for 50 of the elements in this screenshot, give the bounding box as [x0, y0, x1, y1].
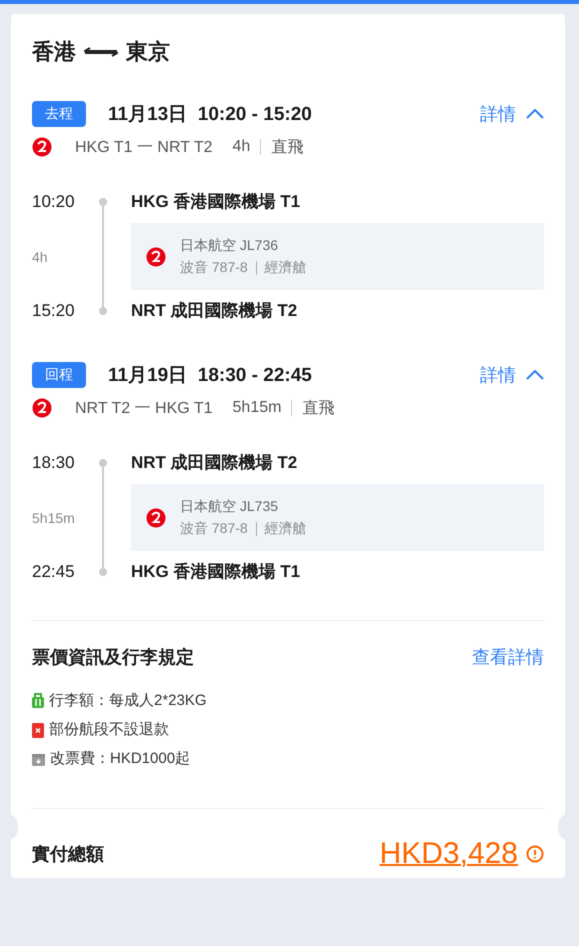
total-label: 實付總額 [32, 843, 104, 866]
flight-route: NRT T2 一 HKG T1 [75, 398, 213, 418]
details-toggle[interactable]: 詳情 [480, 363, 544, 387]
trip-tag: 回程 [32, 362, 86, 388]
flight-date-time: 11月19日 18:30 - 22:45 [108, 364, 313, 388]
departure-time: 18:30 [32, 452, 75, 474]
airline-logo-icon [146, 246, 166, 266]
luggage-icon [32, 692, 44, 708]
airline-logo-icon [32, 398, 52, 418]
departure-time: 10:20 [32, 191, 75, 213]
arrival-airport: NRT 成田國際機場 T2 [131, 300, 298, 322]
timeline-dot [99, 198, 107, 206]
aircraft-type: 波音 787-8 [180, 520, 248, 538]
timeline-dot [99, 459, 107, 467]
cabin-class: 經濟艙 [264, 520, 307, 538]
details-toggle[interactable]: 詳情 [480, 102, 544, 126]
timeline-dot [99, 307, 107, 315]
arrival-time: 15:20 [32, 300, 75, 322]
round-trip-icon [84, 47, 118, 57]
view-details-link[interactable]: 查看詳情 [472, 645, 544, 669]
segment-duration: 5h15m [32, 510, 76, 526]
airline-logo-icon [146, 508, 166, 528]
cabin-class: 經濟艙 [264, 258, 307, 276]
flight-duration: 5h15m [232, 399, 282, 417]
departure-airport: NRT 成田國際機場 T2 [131, 452, 298, 474]
flight-type: 直飛 [271, 138, 304, 158]
airline-flight: 日本航空 JL736 [180, 236, 280, 254]
airline-flight: 日本航空 JL735 [180, 498, 280, 516]
section-title: 票價資訊及行李規定 [32, 646, 194, 669]
calendar-icon [32, 752, 45, 766]
trip-tag: 去程 [32, 101, 86, 127]
flight-type: 直飛 [302, 398, 334, 418]
fare-rule-text: 部份航段不設退款 [49, 720, 169, 739]
arrival-time: 22:45 [32, 561, 75, 583]
timeline-dot [99, 568, 107, 576]
no-refund-icon [32, 722, 44, 738]
total-price-link[interactable]: HKD3,428 [380, 837, 518, 871]
aircraft-type: 波音 787-8 [180, 258, 248, 276]
flight-date-time: 11月13日 10:20 - 15:20 [108, 103, 313, 127]
airline-logo-icon [32, 137, 52, 157]
flight-route: HKG T1 一 NRT T2 [75, 138, 213, 158]
segment-duration: 4h [32, 248, 49, 264]
origin-city: 香港 [32, 38, 76, 66]
info-icon[interactable] [526, 845, 544, 863]
fare-rule-text: 行李額：每成人2*23KG [49, 691, 207, 710]
destination-city: 東京 [126, 38, 170, 66]
fare-rule-text: 改票費：HKD1000起 [50, 749, 190, 768]
departure-airport: HKG 香港國際機場 T1 [131, 191, 302, 213]
flight-duration: 4h [232, 138, 250, 156]
arrival-airport: HKG 香港國際機場 T1 [131, 561, 302, 583]
